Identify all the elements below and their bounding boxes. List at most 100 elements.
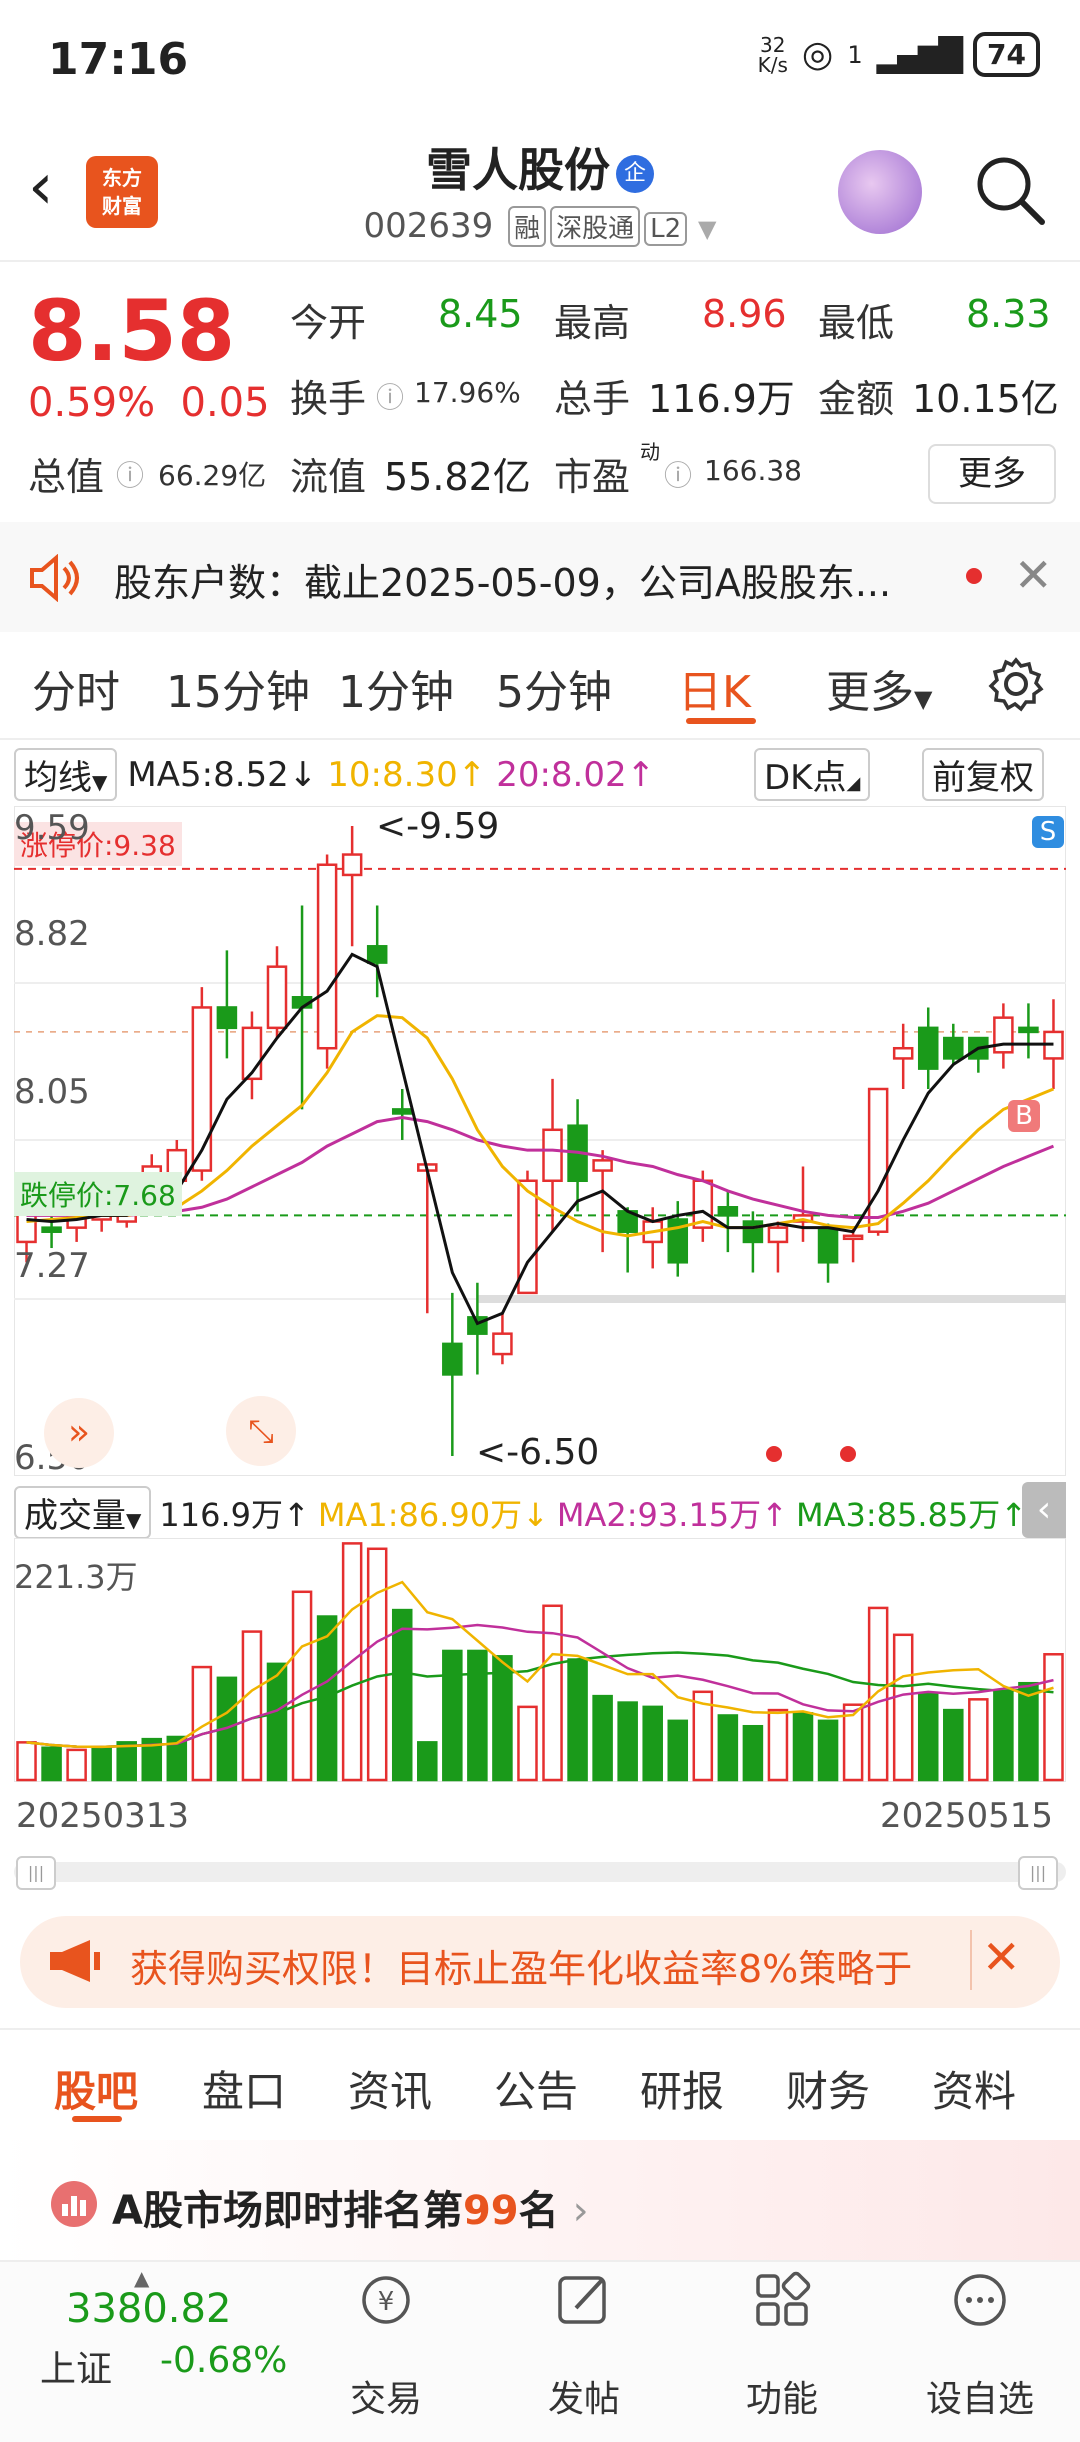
index-change: -0.68% (160, 2340, 288, 2381)
volume-label: 总手 (554, 377, 631, 421)
rank-text: A股市场即时排名第99名 › (112, 2178, 589, 2236)
nav-functions[interactable]: 功能 (712, 2370, 852, 2422)
index-name: 上证 (40, 2349, 113, 2390)
candle-body (817, 1226, 839, 1264)
stock-code-row[interactable]: 002639 融深股通 L2 ▼ (0, 206, 1080, 247)
dk-label: DK点 (764, 758, 847, 798)
net-speed: 32 K/s (757, 32, 788, 77)
watchlist-icon[interactable] (950, 2270, 1010, 2330)
candlestick-chart[interactable] (14, 806, 1066, 1476)
support-band (477, 1295, 1066, 1304)
tab-orderbook[interactable]: 盘口 (202, 2058, 286, 2119)
ma-selector[interactable]: 均线▼ (14, 748, 118, 801)
candle-body (216, 1006, 238, 1030)
chart-scrollbar[interactable] (14, 1862, 1066, 1882)
tab-finance[interactable]: 财务 (786, 2058, 870, 2119)
buy-marker-icon[interactable]: B (1008, 1100, 1040, 1132)
candle-body (341, 853, 363, 877)
tab-timeshare[interactable]: 分时 (32, 656, 120, 720)
tab-announcements[interactable]: 公告 (494, 2058, 578, 2119)
tab-news[interactable]: 资讯 (348, 2058, 432, 2119)
tab-daily-k[interactable]: 日K (678, 656, 751, 720)
float-value: 55.82亿 (384, 455, 531, 499)
assistant-avatar-icon[interactable] (838, 150, 922, 234)
rank-prefix: A股市场即时排名第 (112, 2188, 463, 2234)
status-bar: 17:16 32 K/s ◎ 1 ▂▄▆█ 74 (0, 0, 1080, 120)
y-label-3: 8.05 (14, 1072, 90, 1112)
vol-ma2: MA2:93.15万↑ (556, 1495, 788, 1534)
ma-selector-label: 均线 (24, 758, 92, 798)
tab-15min[interactable]: 15分钟 (166, 656, 310, 720)
volume-bar (592, 1694, 613, 1782)
tab-forum[interactable]: 股吧 (54, 2058, 138, 2119)
volume-selector-label: 成交量 (24, 1496, 126, 1536)
volume-bar (642, 1705, 663, 1782)
volume-bar (567, 1658, 588, 1782)
expand-right-icon[interactable]: » (44, 1398, 114, 1468)
ma5-value: MA5:8.52↓ (127, 754, 318, 795)
volume-bar (391, 1608, 413, 1782)
change-pct: 0.59% (28, 380, 156, 426)
event-dot[interactable] (766, 1446, 782, 1462)
info-icon[interactable]: ⓘ (664, 454, 692, 494)
info-icon[interactable]: ⓘ (116, 454, 144, 494)
sell-marker-icon[interactable]: S (1032, 816, 1064, 848)
candle-body (867, 1087, 889, 1233)
nav-trade[interactable]: 交易 (316, 2370, 456, 2422)
close-icon[interactable]: ✕ (1014, 548, 1053, 602)
event-dot[interactable] (840, 1446, 856, 1462)
volume-bar (291, 1590, 313, 1782)
status-time: 17:16 (48, 34, 189, 85)
turnover-value: 17.96% (414, 376, 521, 409)
mktcap-label: 总值 (28, 455, 105, 499)
adjust-selector[interactable]: 前复权 (922, 748, 1044, 801)
more-quote-button[interactable]: 更多 (928, 444, 1056, 504)
settings-gear-icon[interactable] (988, 656, 1044, 712)
index-value[interactable]: 3380.82 (66, 2286, 231, 2332)
candle-body (391, 1108, 413, 1115)
volume-bar (617, 1701, 638, 1782)
y-label-top: 9.59 (14, 808, 90, 848)
scroll-handle-left[interactable]: ||| (16, 1856, 56, 1890)
volume-selector[interactable]: 成交量▼ (14, 1486, 152, 1539)
volume-row: 成交量▼ 116.9万↑ MA1:86.90万↓ MA2:93.15万↑ MA3… (14, 1486, 1027, 1539)
volume-bar (66, 1748, 87, 1782)
functions-icon[interactable] (752, 2270, 812, 2330)
notice-text: 股东户数：截止2025-05-09，公司A股股东... (114, 561, 892, 605)
current-price: 8.58 (28, 282, 236, 380)
volume-bar (667, 1719, 689, 1782)
close-icon[interactable]: ✕ (982, 1930, 1021, 1984)
tab-forum-underline (72, 2116, 122, 2122)
volume-bar (867, 1606, 889, 1782)
tab-more[interactable]: 更多▼ (826, 656, 932, 720)
collapse-panel-icon[interactable]: ‹ (1022, 1482, 1066, 1538)
date-start: 20250313 (16, 1796, 190, 1836)
info-icon[interactable]: ⓘ (376, 376, 404, 416)
nav-post[interactable]: 发帖 (514, 2370, 654, 2422)
tab-underline (686, 718, 756, 724)
tab-profile[interactable]: 资料 (932, 2058, 1016, 2119)
tag-connect: 深股通 (550, 206, 641, 247)
search-icon[interactable] (972, 152, 1048, 228)
post-icon[interactable] (554, 2270, 614, 2330)
trade-icon[interactable]: ¥ (356, 2270, 416, 2330)
scroll-handle-right[interactable]: ||| (1018, 1856, 1058, 1890)
volume-value: 116.9万↑ (159, 1495, 310, 1534)
volume-bar (16, 1741, 37, 1782)
fullscreen-icon[interactable]: ⤡ (226, 1396, 296, 1466)
ma5-line (26, 952, 1054, 1326)
volume-bar (817, 1719, 839, 1782)
dk-point-selector[interactable]: DK点◢ (754, 748, 871, 801)
candle-body (266, 965, 288, 1030)
tab-5min[interactable]: 5分钟 (496, 656, 612, 720)
candle-body (717, 1206, 739, 1217)
volume-chart[interactable] (14, 1538, 1066, 1782)
nav-watchlist[interactable]: 设自选 (910, 2370, 1050, 2422)
hotspot-icon: ◎ (801, 34, 834, 75)
tab-1min[interactable]: 1分钟 (338, 656, 454, 720)
tab-research[interactable]: 研报 (640, 2058, 724, 2119)
volume-bar (968, 1698, 989, 1782)
stock-name: 雪人股份 (426, 143, 610, 197)
candle-body (191, 1006, 213, 1172)
volume-bar (917, 1692, 939, 1782)
